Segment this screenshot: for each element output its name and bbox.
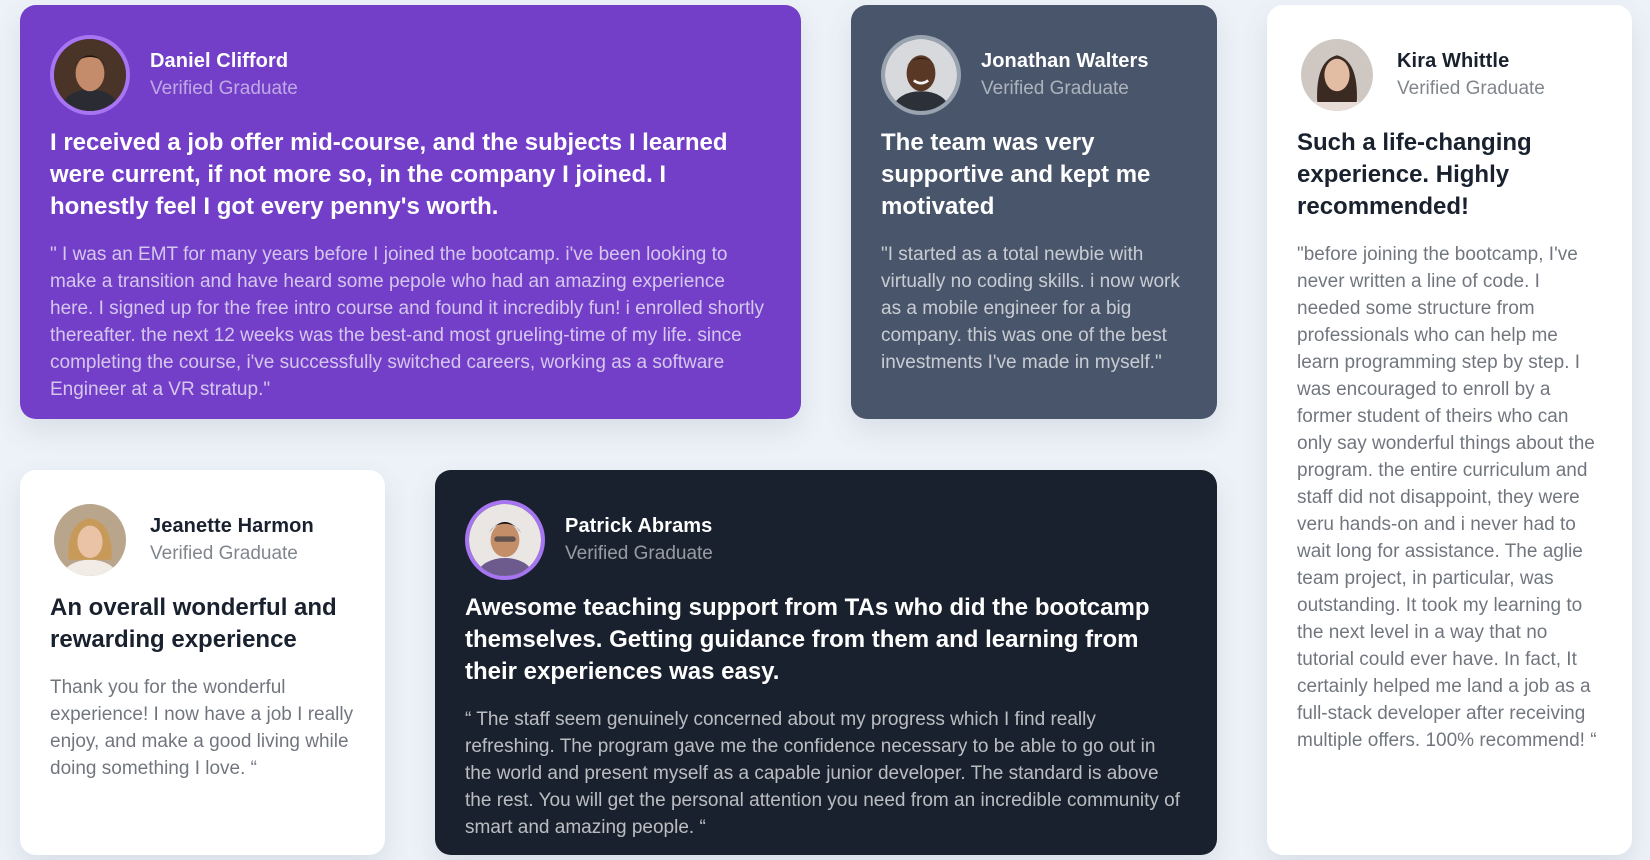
testimonial-card-jeanette: Jeanette Harmon Verified Graduate An ove… <box>20 470 385 855</box>
author-role: Verified Graduate <box>1397 78 1545 100</box>
testimonial-headline: I received a job offer mid-course, and t… <box>50 129 728 220</box>
avatar <box>54 504 126 576</box>
testimonial-headline: An overall wonderful and rewarding exper… <box>50 594 337 653</box>
testimonial-quote: "I started as a total newbie with virtua… <box>881 244 1180 373</box>
testimonial-card-jonathan: Jonathan Walters Verified Graduate The t… <box>851 5 1217 419</box>
testimonial-quote: “ The staff seem genuinely concerned abo… <box>465 709 1181 838</box>
testimonial-card-kira: Kira Whittle Verified Graduate Such a li… <box>1267 5 1632 855</box>
author-name: Patrick Abrams <box>565 515 713 538</box>
avatar <box>1301 39 1373 111</box>
testimonial-headline: Awesome teaching support from TAs who di… <box>465 594 1150 685</box>
card-header: Jonathan Walters Verified Graduate <box>881 35 1187 115</box>
testimonial-headline: The team was very supportive and kept me… <box>881 129 1151 220</box>
author-info: Jonathan Walters Verified Graduate <box>981 48 1149 102</box>
author-info: Daniel Clifford Verified Graduate <box>150 48 298 102</box>
author-info: Patrick Abrams Verified Graduate <box>565 513 713 567</box>
author-role: Verified Graduate <box>150 78 298 100</box>
author-info: Kira Whittle Verified Graduate <box>1397 48 1545 102</box>
testimonial-card-patrick: Patrick Abrams Verified Graduate Awesome… <box>435 470 1217 855</box>
testimonial-card-daniel: Daniel Clifford Verified Graduate I rece… <box>20 5 801 419</box>
author-role: Verified Graduate <box>150 543 298 565</box>
author-info: Jeanette Harmon Verified Graduate <box>150 513 314 567</box>
testimonial-headline: Such a life-changing experience. Highly … <box>1297 129 1532 220</box>
author-role: Verified Graduate <box>981 78 1129 100</box>
author-name: Jeanette Harmon <box>150 515 314 538</box>
card-header: Daniel Clifford Verified Graduate <box>50 35 771 115</box>
avatar-image <box>1301 39 1373 111</box>
card-header: Kira Whittle Verified Graduate <box>1297 35 1602 115</box>
testimonial-quote: Thank you for the wonderful experience! … <box>50 677 354 779</box>
card-header: Jeanette Harmon Verified Graduate <box>50 500 355 580</box>
author-role: Verified Graduate <box>565 543 713 565</box>
avatar-image <box>469 504 541 576</box>
testimonial-quote: " I was an EMT for many years before I j… <box>50 244 764 400</box>
avatar-image <box>885 39 957 111</box>
author-name: Jonathan Walters <box>981 50 1149 73</box>
avatar <box>465 500 545 580</box>
author-name: Daniel Clifford <box>150 50 289 73</box>
avatar-image <box>54 39 126 111</box>
avatar <box>50 35 130 115</box>
avatar <box>881 35 961 115</box>
testimonial-quote: "before joining the bootcamp, I've never… <box>1297 244 1597 751</box>
card-header: Patrick Abrams Verified Graduate <box>465 500 1187 580</box>
avatar-image <box>54 504 126 576</box>
author-name: Kira Whittle <box>1397 50 1510 73</box>
